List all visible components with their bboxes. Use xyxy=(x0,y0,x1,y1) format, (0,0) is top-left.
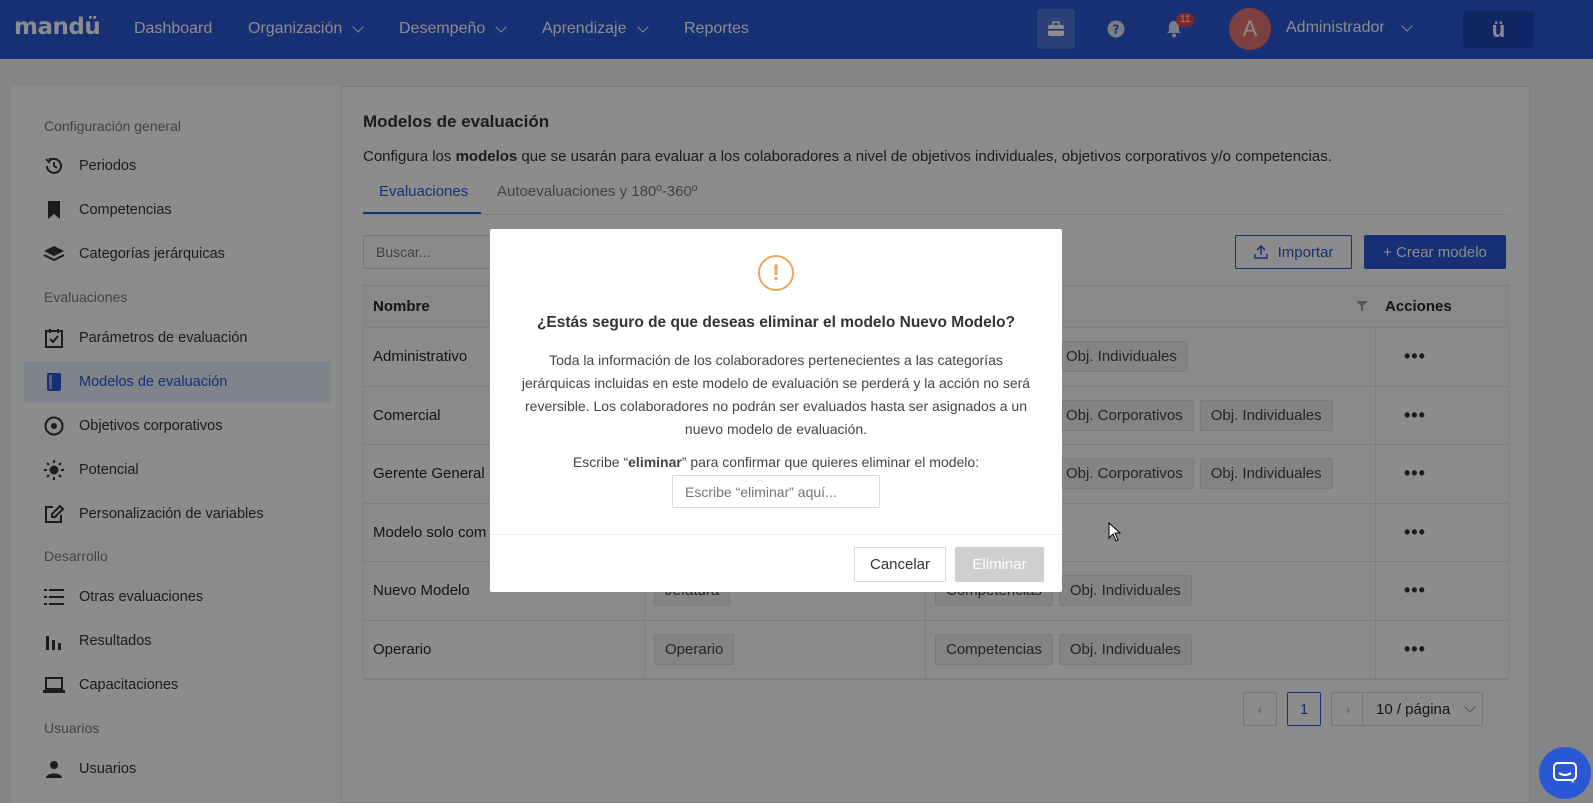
confirm-delete-input[interactable] xyxy=(672,475,880,508)
confirm-prefix: Escribe “ xyxy=(572,454,629,470)
modal-footer-divider xyxy=(490,534,1062,535)
confirm-suffix: ” para confirmar que quieres eliminar el… xyxy=(681,454,980,470)
confirm-instruction: Escribe “eliminar” para confirmar que qu… xyxy=(490,454,1062,470)
exclamation-icon: ! xyxy=(758,255,794,291)
mouse-cursor-icon xyxy=(1108,522,1122,542)
modal-title: ¿Estás seguro de que deseas eliminar el … xyxy=(536,314,1016,331)
chat-support-button[interactable] xyxy=(1539,747,1591,799)
cancel-button[interactable]: Cancelar xyxy=(854,547,946,582)
delete-confirm-modal: ! ¿Estás seguro de que deseas eliminar e… xyxy=(490,229,1062,592)
chat-icon xyxy=(1553,762,1577,783)
confirm-keyword: eliminar xyxy=(628,454,682,470)
delete-button[interactable]: Eliminar xyxy=(955,547,1044,582)
modal-body: Toda la información de los colaboradores… xyxy=(521,352,1031,437)
